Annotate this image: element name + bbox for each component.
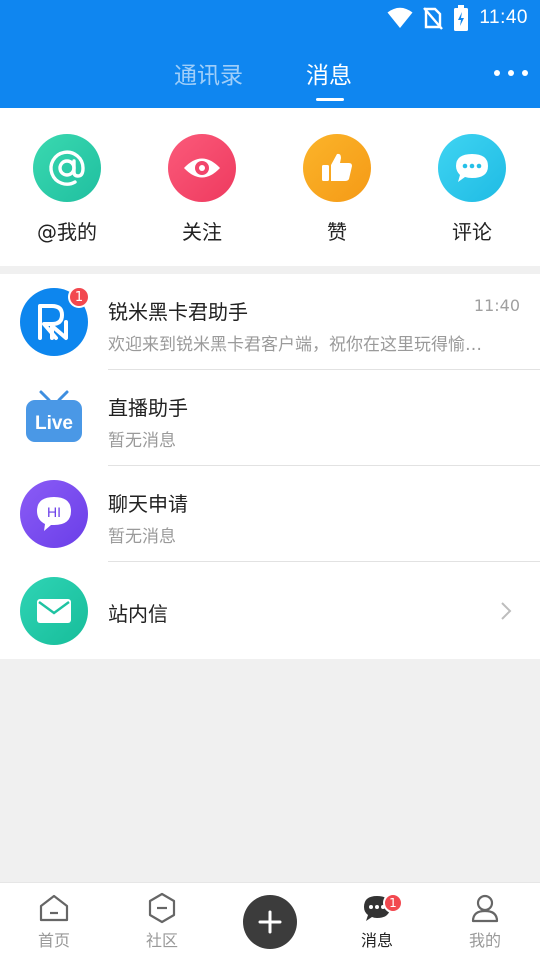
row-subtitle: 暂无消息 [108,431,176,451]
quick-follow[interactable]: 关注 [152,134,252,254]
mail-icon [20,577,88,645]
header: 11:40 通讯录 消息 [0,0,540,108]
quick-actions: @我的 关注 赞 评论 [0,108,540,266]
list-item-live[interactable]: Live 直播助手 暂无消息 [0,370,540,466]
at-icon [33,134,101,202]
quick-label: @我的 [37,220,97,244]
tab-contacts[interactable]: 通讯录 [174,56,243,90]
row-subtitle: 暂无消息 [108,527,176,547]
wifi-icon [387,7,413,28]
eye-icon [168,134,236,202]
row-title: 站内信 [108,602,168,626]
row-title: 锐米黑卡君助手 [108,300,248,324]
message-icon [337,891,417,925]
row-title: 聊天申请 [108,492,188,516]
chevron-right-icon [501,602,512,620]
list-item-inbox[interactable]: 站内信 [0,562,540,659]
svg-text:HI: HI [47,504,61,520]
home-icon [14,891,94,925]
status-time: 11:40 [479,7,528,28]
row-subtitle: 欢迎来到锐米黑卡君客户端，祝你在这里玩得愉快！ [108,335,488,355]
message-list: 1 锐米黑卡君助手 11:40 欢迎来到锐米黑卡君客户端，祝你在这里玩得愉快！ … [0,274,540,659]
quick-comments[interactable]: 评论 [422,134,522,254]
quick-label: 评论 [452,220,492,244]
thumbs-up-icon [303,134,371,202]
nav-home[interactable]: 首页 [14,891,94,951]
row-time: 11:40 [473,296,520,315]
nav-community[interactable]: 社区 [122,891,202,951]
more-menu-button[interactable] [494,66,528,80]
bottom-nav: 首页 社区 1 消息 我的 [0,882,540,960]
status-bar: 11:40 [387,5,528,31]
battery-icon [454,5,469,31]
quick-label: 赞 [327,220,347,244]
nav-messages[interactable]: 1 消息 [337,891,417,951]
hi-chat-icon: HI [20,480,88,548]
list-item-assistant[interactable]: 1 锐米黑卡君助手 11:40 欢迎来到锐米黑卡君客户端，祝你在这里玩得愉快！ [0,274,540,370]
community-icon [122,891,202,925]
comment-icon [438,134,506,202]
row-title: 直播助手 [108,396,188,420]
nav-label: 消息 [360,931,393,950]
nav-label: 我的 [468,931,501,950]
list-item-chat-request[interactable]: HI 聊天申请 暂无消息 [0,466,540,562]
quick-label: 关注 [182,220,222,244]
unread-badge: 1 [68,286,90,308]
active-tab-indicator [316,98,344,101]
quick-mentions[interactable]: @我的 [17,134,117,254]
nav-badge: 1 [383,893,403,913]
create-post-button[interactable] [243,895,297,949]
nav-profile[interactable]: 我的 [445,891,525,951]
nav-label: 社区 [145,931,178,950]
tab-messages[interactable]: 消息 [306,56,352,90]
live-tv-icon: Live [20,384,88,452]
no-sim-icon [423,7,444,30]
nav-label: 首页 [37,931,70,950]
plus-icon [258,910,282,934]
svg-text:Live: Live [35,413,73,434]
top-tabs: 通讯录 消息 [0,52,540,101]
profile-icon [445,891,525,925]
quick-likes[interactable]: 赞 [287,134,387,254]
